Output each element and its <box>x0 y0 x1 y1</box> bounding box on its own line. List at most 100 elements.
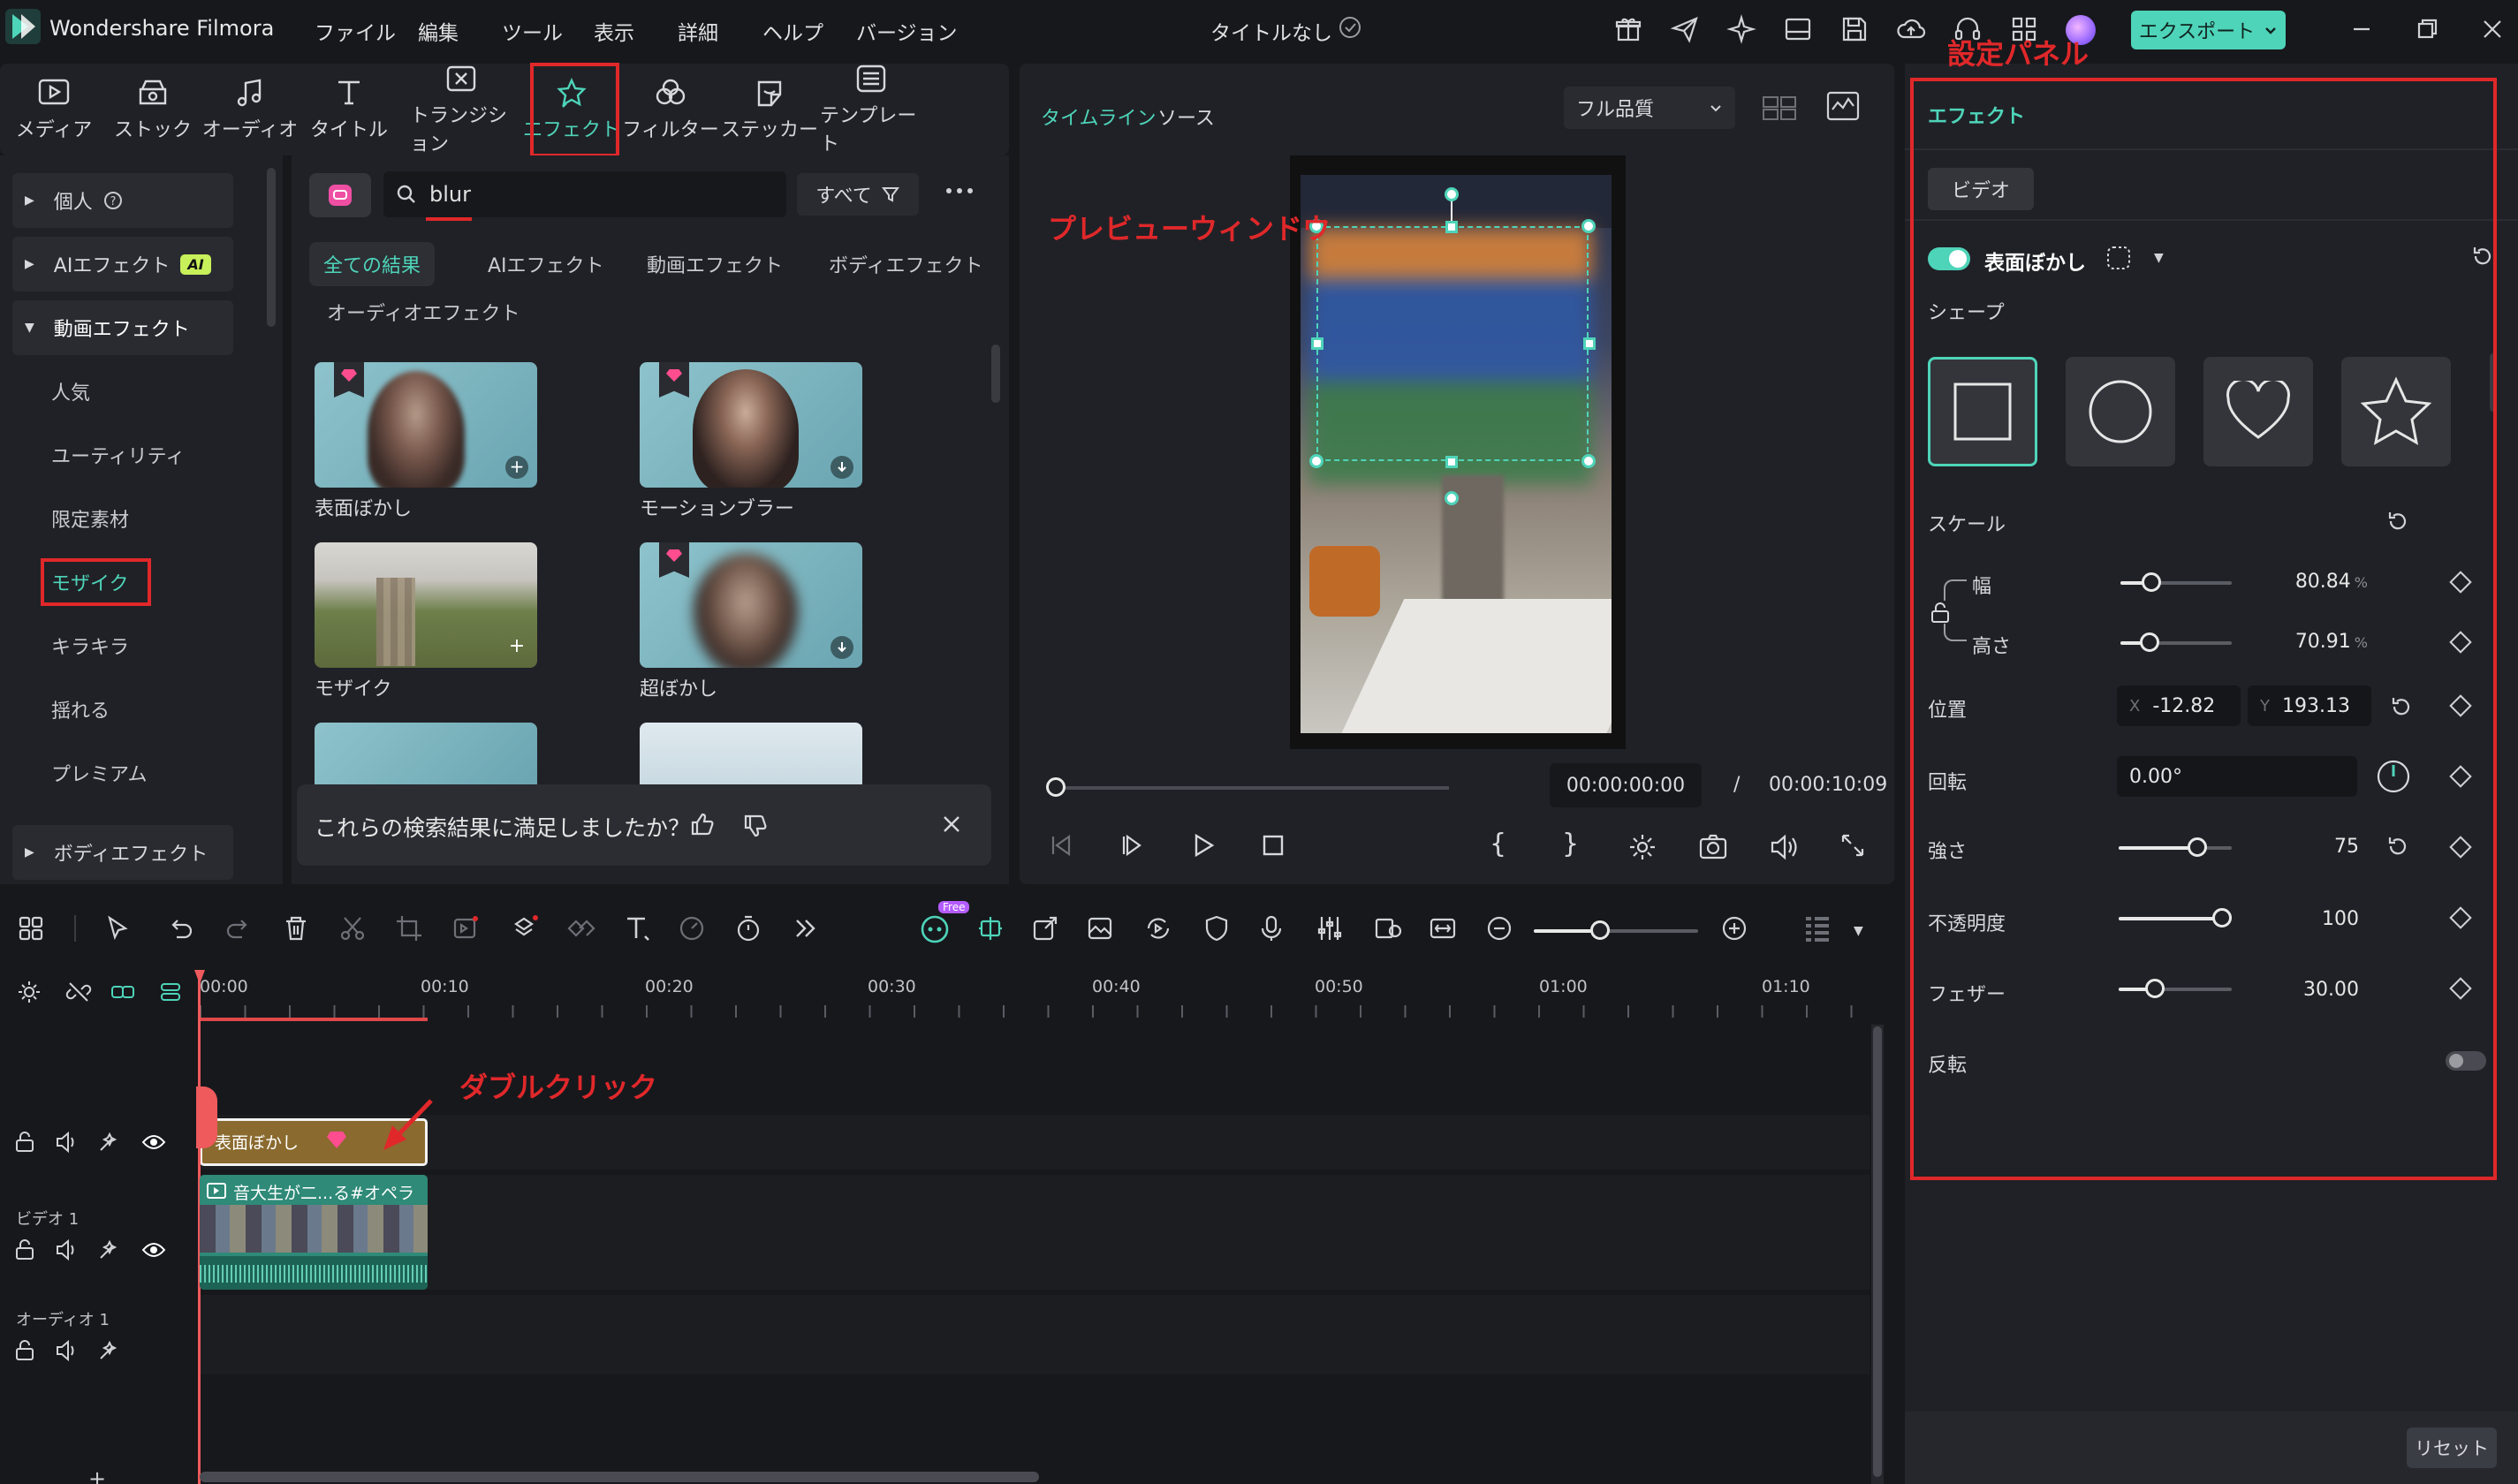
zoom-slider[interactable] <box>1534 920 1698 940</box>
nav-sub-utility[interactable]: ユーティリティ <box>51 429 316 481</box>
timeline-view-icon[interactable] <box>1802 913 1832 943</box>
result-thumb-surface-blur[interactable]: + <box>315 362 537 488</box>
gift-icon[interactable] <box>1613 14 1643 44</box>
track-ai-icon[interactable] <box>97 1238 120 1261</box>
scene-detect-icon[interactable] <box>975 913 1005 943</box>
filter-chip-all[interactable]: 全ての結果 <box>309 242 435 286</box>
search-box[interactable]: blur <box>383 171 786 217</box>
ai-tool-icon[interactable] <box>451 913 481 943</box>
auto-reframe-icon[interactable] <box>1143 913 1173 943</box>
close-toast-icon[interactable] <box>940 813 963 836</box>
nav-personal[interactable]: ▶ 個人 ? <box>12 173 233 228</box>
waveform-icon[interactable] <box>1825 90 1861 122</box>
menu-help[interactable]: ヘルプ <box>762 16 823 46</box>
nav-sub-sparkle[interactable]: キラキラ <box>51 620 316 671</box>
nav-sub-exclusive[interactable]: 限定素材 <box>51 493 316 544</box>
video-frame[interactable] <box>1290 155 1626 749</box>
result-thumb-partial[interactable] <box>315 723 537 784</box>
sparkle-icon[interactable] <box>1726 14 1756 44</box>
sidebar-scrollbar[interactable] <box>267 168 276 327</box>
ai-search-toggle[interactable] <box>309 173 371 217</box>
undo-icon[interactable] <box>166 913 196 943</box>
add-icon[interactable]: + <box>505 636 528 659</box>
download-icon[interactable] <box>830 456 853 479</box>
microphone-icon[interactable] <box>1256 913 1286 943</box>
tab-sticker[interactable]: ステッカー <box>721 64 818 155</box>
result-thumb-super-blur[interactable] <box>640 542 862 668</box>
menu-version[interactable]: バージョン <box>856 16 958 46</box>
track-ai-icon[interactable] <box>97 1339 120 1362</box>
tab-transition[interactable]: トランジション <box>410 64 512 155</box>
menu-view[interactable]: 表示 <box>594 16 634 46</box>
track-ai-icon[interactable] <box>97 1131 120 1154</box>
mark-out-icon[interactable]: } <box>1562 829 1579 859</box>
video-clip[interactable]: 音大生が二...る#オペラ <box>200 1175 428 1290</box>
track-mute-icon[interactable] <box>55 1238 80 1261</box>
results-scrollbar[interactable] <box>991 344 1000 403</box>
nav-video-effects[interactable]: ▼ 動画エフェクト <box>12 300 233 355</box>
filter-chip-video[interactable]: 動画エフェクト <box>647 242 783 286</box>
track-mute-icon[interactable] <box>55 1339 80 1362</box>
tab-audio[interactable]: オーディオ <box>201 64 299 155</box>
resize-handle-bl[interactable] <box>1309 454 1323 468</box>
save-icon[interactable] <box>1839 14 1870 44</box>
preview-tab-source[interactable]: ソース <box>1157 102 1215 131</box>
nav-sub-shake[interactable]: 揺れる <box>51 684 316 735</box>
menu-edit[interactable]: 編集 <box>418 16 459 46</box>
send-icon[interactable] <box>1670 14 1700 44</box>
track-visibility-icon[interactable] <box>141 1240 166 1260</box>
filter-chip-audio[interactable]: オーディオエフェクト <box>327 290 520 334</box>
tab-filter[interactable]: フィルター <box>622 64 719 155</box>
zoom-in-icon[interactable] <box>1719 913 1749 943</box>
playback-scrubber[interactable] <box>1055 786 1449 790</box>
cloud-upload-icon[interactable] <box>1896 14 1926 44</box>
blur-region-selection[interactable] <box>1316 226 1589 461</box>
menu-tools[interactable]: ツール <box>502 16 563 46</box>
nav-sub-popular[interactable]: 人気 <box>51 366 316 417</box>
audio-mixer-icon[interactable] <box>1315 913 1345 943</box>
timer-icon[interactable] <box>733 913 763 943</box>
result-thumb-motion-blur[interactable] <box>640 362 862 488</box>
track-visibility-icon[interactable] <box>141 1132 166 1152</box>
thumbs-up-icon[interactable] <box>689 811 716 837</box>
resize-handle-br[interactable] <box>1581 454 1596 468</box>
close-window-icon[interactable] <box>2477 14 2507 44</box>
tab-template[interactable]: テンプレート <box>820 64 922 155</box>
ai-copilot-icon[interactable] <box>919 910 954 945</box>
more-tools-icon[interactable] <box>790 913 820 943</box>
mask-tool-icon[interactable] <box>509 913 539 943</box>
track-mute-icon[interactable] <box>55 1131 80 1154</box>
crop-icon[interactable] <box>394 913 424 943</box>
playhead-knob[interactable] <box>1046 777 1066 797</box>
image-tool-icon[interactable] <box>1085 913 1115 943</box>
search-input[interactable]: blur <box>429 182 471 207</box>
track-lock-icon[interactable] <box>14 1238 35 1261</box>
unlink-icon[interactable] <box>65 979 92 1005</box>
layout-grid-icon[interactable] <box>16 913 46 943</box>
result-thumb-partial[interactable] <box>640 723 862 784</box>
stop-icon[interactable] <box>1260 832 1286 859</box>
tab-stock[interactable]: ストック <box>104 64 201 155</box>
track-lock-icon[interactable] <box>14 1339 35 1362</box>
text-tool-icon[interactable] <box>622 913 652 943</box>
caret-down-icon[interactable]: ▼ <box>1854 924 1863 938</box>
speed-ramp-icon[interactable] <box>677 913 707 943</box>
track-lock-icon[interactable] <box>14 1131 35 1154</box>
clip-effect-icon[interactable] <box>1373 913 1403 943</box>
preview-tab-timeline[interactable]: タイムライン <box>1041 102 1156 131</box>
restore-icon[interactable] <box>2412 14 2442 44</box>
zoom-slider-knob[interactable] <box>1590 920 1610 940</box>
fullscreen-icon[interactable] <box>1839 832 1866 859</box>
link-tracks-icon[interactable] <box>110 979 136 1005</box>
layout-icon[interactable] <box>1783 14 1813 44</box>
nav-ai-effects[interactable]: ▶ AIエフェクト AI <box>12 237 233 292</box>
rotate-handle[interactable] <box>1445 187 1459 201</box>
split-icon[interactable] <box>338 913 368 943</box>
fit-timeline-icon[interactable] <box>1428 913 1458 943</box>
filter-chip-body[interactable]: ボディエフェクト <box>829 242 982 286</box>
snapshot-icon[interactable] <box>1698 832 1728 862</box>
help-icon[interactable]: ? <box>103 191 123 210</box>
prev-frame-icon[interactable] <box>1048 832 1074 859</box>
thumbs-down-icon[interactable] <box>742 813 769 839</box>
timeline-hscroll-thumb[interactable] <box>200 1472 1039 1482</box>
